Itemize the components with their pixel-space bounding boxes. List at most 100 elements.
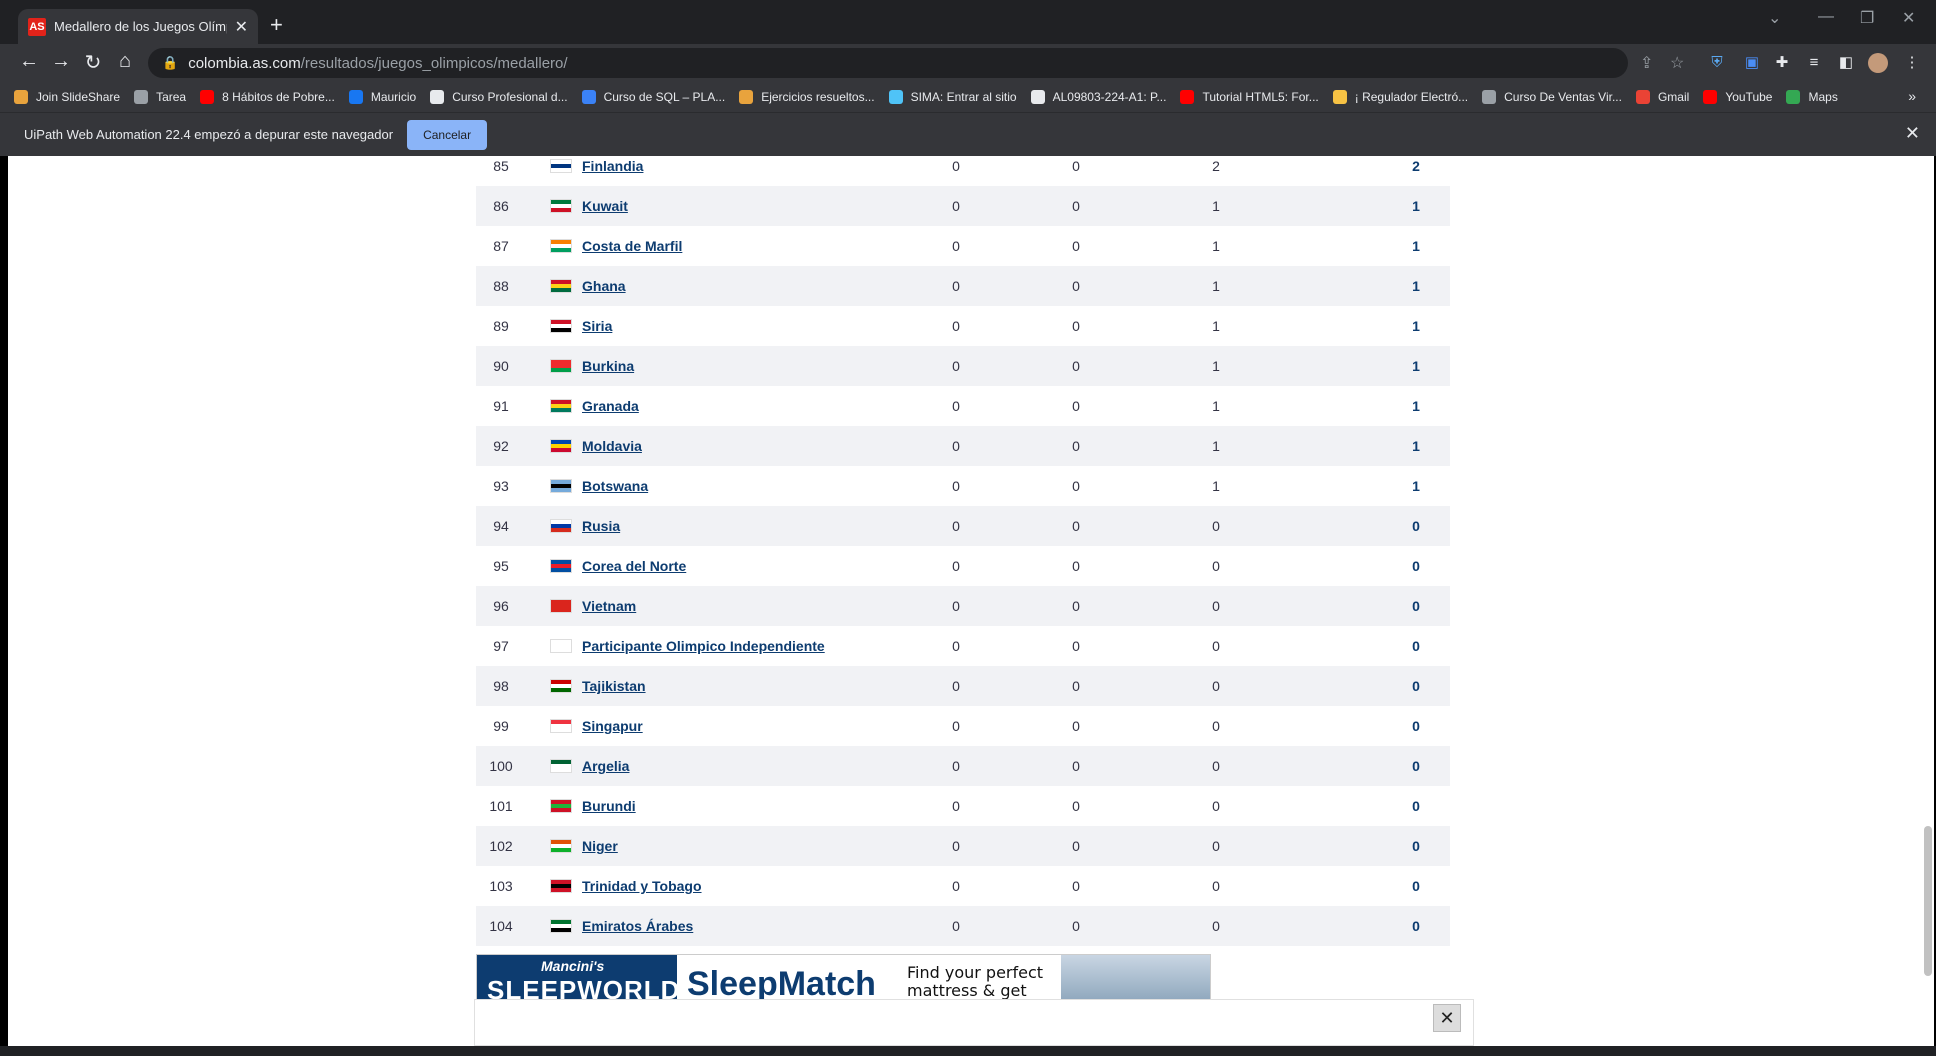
bronze-cell: 0 (1212, 918, 1220, 934)
bookmark-item[interactable]: Gmail (1635, 90, 1689, 104)
scrollbar-thumb[interactable] (1924, 826, 1932, 976)
country-flag-icon (550, 519, 572, 533)
rank-cell: 100 (489, 758, 513, 774)
bookmark-item[interactable]: 8 Hábitos de Pobre... (200, 90, 335, 104)
close-infobar-icon[interactable]: ✕ (1905, 123, 1920, 144)
country-flag-icon (550, 319, 572, 333)
address-bar[interactable]: 🔒 colombia.as.com/resultados/juegos_olim… (148, 48, 1628, 78)
bronze-cell: 1 (1212, 318, 1220, 334)
bookmarks-bar: Join SlideShare Tarea 8 Hábitos de Pobre..… (0, 82, 1936, 112)
bronze-cell: 1 (1212, 278, 1220, 294)
gold-cell: 0 (952, 598, 960, 614)
country-link[interactable]: Rusia (582, 518, 620, 534)
bookmark-item[interactable]: AL09803-224-A1: P... (1030, 90, 1166, 104)
extension-shield-icon[interactable]: ⛨ (1707, 53, 1727, 73)
silver-cell: 0 (1072, 398, 1080, 414)
country-link[interactable]: Niger (582, 838, 618, 854)
close-window-icon[interactable]: ✕ (1902, 8, 1915, 28)
bookmark-item[interactable]: Curso Profesional d... (430, 90, 568, 104)
close-ad-icon[interactable]: ✕ (1433, 1004, 1461, 1032)
side-panel-icon[interactable]: ◧ (1836, 53, 1856, 73)
home-icon[interactable]: ⌂ (112, 50, 138, 73)
total-cell: 0 (1412, 718, 1420, 734)
profile-avatar[interactable] (1868, 53, 1888, 73)
bookmark-item[interactable]: ¡ Regulador Electró... (1332, 90, 1468, 104)
bookmarks-overflow-icon[interactable]: » (1908, 88, 1916, 104)
bookmark-item[interactable]: Curso De Ventas Vir... (1482, 90, 1622, 104)
country-flag-icon (550, 639, 572, 653)
close-tab-icon[interactable]: ✕ (235, 17, 248, 37)
country-link[interactable]: Tajikistan (582, 678, 646, 694)
bookmark-favicon-icon (1482, 90, 1497, 104)
country-link[interactable]: Ghana (582, 278, 626, 294)
back-icon[interactable]: ← (16, 50, 42, 73)
tab-title: Medallero de los Juegos Olímpic (54, 19, 227, 34)
bookmark-item[interactable]: Maps (1786, 90, 1838, 104)
country-link[interactable]: Botswana (582, 478, 648, 494)
rank-cell: 91 (493, 398, 509, 414)
gold-cell: 0 (952, 278, 960, 294)
tab-search-icon[interactable]: ⌄ (1768, 8, 1781, 28)
table-row: 103 Trinidad y Tobago 0 0 0 0 (476, 866, 1450, 906)
page-scrollbar[interactable] (1922, 156, 1934, 1046)
bookmark-item[interactable]: YouTube (1703, 90, 1772, 104)
bookmark-favicon-icon (1180, 90, 1195, 104)
share-icon[interactable]: ⇪ (1640, 53, 1653, 73)
new-tab-icon[interactable]: + (270, 12, 283, 38)
country-link[interactable]: Singapur (582, 718, 643, 734)
bookmark-item[interactable]: Mauricio (348, 90, 416, 104)
country-link[interactable]: Burkina (582, 358, 634, 374)
country-link[interactable]: Vietnam (582, 598, 636, 614)
bookmark-star-icon[interactable]: ☆ (1670, 53, 1684, 73)
country-link[interactable]: Costa de Marfil (582, 238, 682, 254)
url-host: colombia.as.com (188, 54, 301, 72)
reload-icon[interactable]: ↻ (80, 50, 106, 75)
country-link[interactable]: Participante Olimpico Independiente (582, 638, 825, 654)
ad-brand-line1: Mancini's (541, 958, 605, 974)
bookmark-item[interactable]: Tarea (134, 90, 186, 104)
bronze-cell: 2 (1212, 158, 1220, 174)
gold-cell: 0 (952, 798, 960, 814)
bookmark-item[interactable]: Curso de SQL – PLA... (581, 90, 725, 104)
bookmark-item[interactable]: Tutorial HTML5: For... (1180, 90, 1319, 104)
country-link[interactable]: Moldavia (582, 438, 642, 454)
tab-active[interactable]: AS Medallero de los Juegos Olímpic ✕ (18, 9, 258, 44)
forward-icon[interactable]: → (48, 50, 74, 73)
country-link[interactable]: Argelia (582, 758, 629, 774)
uipath-extension-icon[interactable]: ▣ (1742, 53, 1762, 73)
menu-dots-icon[interactable]: ⋮ (1902, 53, 1922, 73)
cancel-button[interactable]: Cancelar (407, 119, 488, 150)
extensions-puzzle-icon[interactable]: ✚ (1772, 53, 1792, 73)
lock-icon[interactable]: 🔒 (162, 55, 178, 71)
minimize-icon[interactable]: — (1818, 8, 1834, 26)
bookmark-item[interactable]: Ejercicios resueltos... (739, 90, 875, 104)
table-row: 87 Costa de Marfil 0 0 1 1 (476, 226, 1450, 266)
gold-cell: 0 (952, 438, 960, 454)
bookmark-label: Curso De Ventas Vir... (1504, 90, 1622, 104)
country-link[interactable]: Kuwait (582, 198, 628, 214)
country-link[interactable]: Granada (582, 398, 639, 414)
country-flag-icon (550, 719, 572, 733)
country-link[interactable]: Burundi (582, 798, 636, 814)
restore-icon[interactable]: ❐ (1860, 8, 1874, 28)
country-link[interactable]: Siria (582, 318, 612, 334)
total-cell: 0 (1412, 558, 1420, 574)
reading-list-icon[interactable]: ≡ (1804, 53, 1824, 73)
country-link[interactable]: Emiratos Árabes (582, 918, 693, 934)
country-flag-icon (550, 839, 572, 853)
rank-cell: 88 (493, 278, 509, 294)
ad-banner[interactable]: Mancini's SLEEPWORLD SleepMatch Find you… (476, 954, 1211, 1002)
bookmark-favicon-icon (1703, 90, 1718, 104)
country-link[interactable]: Finlandia (582, 158, 643, 174)
total-cell: 0 (1412, 518, 1420, 534)
bookmark-item[interactable]: SIMA: Entrar al sitio (888, 90, 1017, 104)
bookmark-item[interactable]: Join SlideShare (14, 90, 120, 104)
country-flag-icon (550, 199, 572, 213)
rank-cell: 98 (493, 678, 509, 694)
silver-cell: 0 (1072, 238, 1080, 254)
country-link[interactable]: Trinidad y Tobago (582, 878, 702, 894)
bronze-cell: 0 (1212, 638, 1220, 654)
country-link[interactable]: Corea del Norte (582, 558, 686, 574)
country-flag-icon (550, 439, 572, 453)
bronze-cell: 1 (1212, 478, 1220, 494)
